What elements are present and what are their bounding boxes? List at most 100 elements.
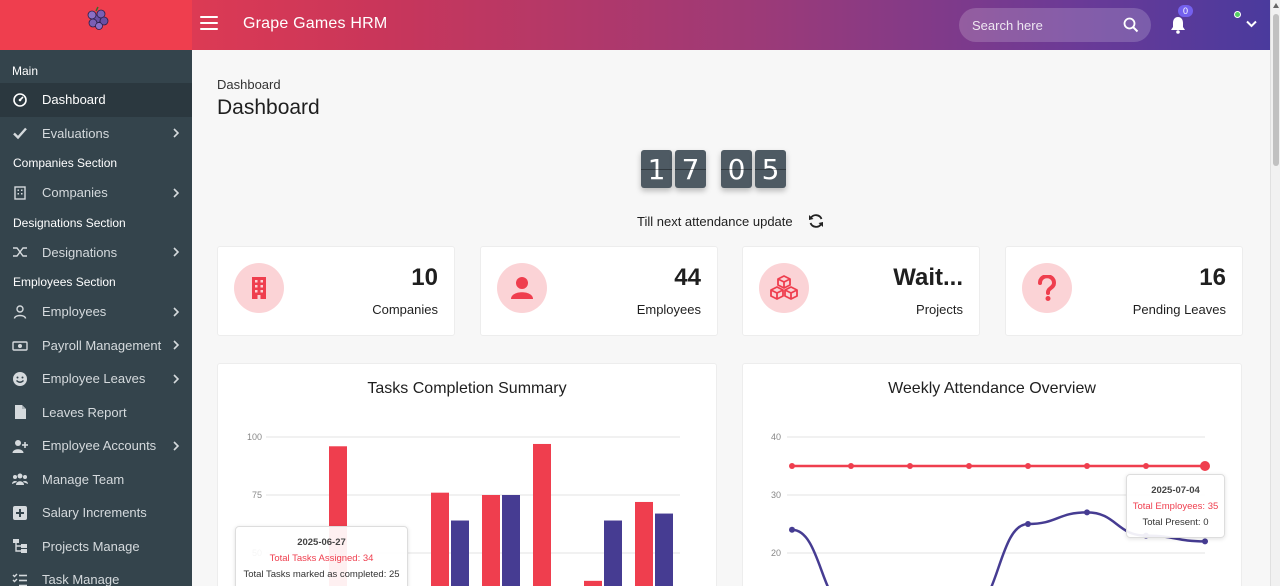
data-point xyxy=(907,463,913,469)
sidebar-item-label: Companies xyxy=(42,185,108,201)
stat-value: 44 xyxy=(674,264,701,291)
bar xyxy=(584,580,602,586)
search-icon[interactable] xyxy=(1123,17,1139,33)
stat-label: Employees xyxy=(636,302,701,317)
tooltip-line: Total Tasks marked as completed: 25 xyxy=(243,569,400,580)
sidebar-item-employee-leaves[interactable]: Employee Leaves xyxy=(0,362,192,396)
bar xyxy=(635,501,653,586)
sidebar-section-designations: Designations Section xyxy=(13,215,126,230)
sidebar-item-employee-accounts[interactable]: Employee Accounts xyxy=(0,429,192,463)
chevron-right-icon xyxy=(173,307,180,317)
clock-digit: 1 xyxy=(641,150,672,188)
chevron-right-icon xyxy=(173,128,180,138)
sidebar-item-designations[interactable]: Designations xyxy=(0,236,192,270)
sidebar-item-task-manage[interactable]: Task Manage xyxy=(0,563,192,586)
bar xyxy=(451,520,469,586)
stat-value: 16 xyxy=(1199,264,1226,291)
bar xyxy=(431,492,449,586)
app-title: Grape Games HRM xyxy=(243,15,388,32)
grapes-logo-icon[interactable] xyxy=(84,6,110,30)
chevron-right-icon xyxy=(173,374,180,384)
stat-card-pending-leaves[interactable]: 16 Pending Leaves xyxy=(1005,246,1243,336)
sidebar-section-companies: Companies Section xyxy=(13,156,118,170)
sidebar-item-leaves-report[interactable]: Leaves Report xyxy=(0,396,192,430)
sidebar-item-label: Projects Manage xyxy=(42,538,140,554)
stat-icon-circle xyxy=(1022,263,1072,313)
data-point xyxy=(1084,463,1090,469)
stat-label: Projects xyxy=(916,302,963,317)
data-point xyxy=(848,463,854,469)
tooltip-line: Total Present: 0 xyxy=(1142,517,1209,528)
sidebar-item-label: Employees xyxy=(42,304,107,320)
sidebar-item-label: Evaluations xyxy=(42,125,110,141)
user-plus-icon xyxy=(12,439,28,453)
stat-icon-circle xyxy=(759,263,809,313)
sidebar-item-salary-increments[interactable]: Salary Increments xyxy=(0,496,192,530)
stat-value: Wait... xyxy=(893,264,963,291)
sidebar-item-payroll-management[interactable]: Payroll Management xyxy=(0,329,192,363)
sidebar-item-label: Dashboard xyxy=(42,92,106,108)
sidebar-item-label: Salary Increments xyxy=(42,505,147,521)
dashboard-icon xyxy=(13,92,27,107)
scroll-up-arrow-icon[interactable] xyxy=(1273,3,1279,8)
refresh-icon[interactable] xyxy=(808,213,824,229)
y-tick-label: 20 xyxy=(771,548,781,558)
tasks-chart-card: Tasks Completion Summary 1007550 2025-06… xyxy=(217,363,717,586)
money-icon xyxy=(12,341,28,351)
sidebar-item-label: Payroll Management xyxy=(42,337,162,353)
chart-tooltip: 2025-07-04 Total Employees: 35 Total Pre… xyxy=(1126,474,1225,538)
data-point xyxy=(1084,509,1090,516)
y-tick-label: 40 xyxy=(771,432,781,442)
sidebar-item-label: Designations xyxy=(42,244,118,260)
tooltip-title: 2025-07-04 xyxy=(1151,485,1200,496)
online-status-dot xyxy=(1234,11,1241,18)
stat-icon-circle xyxy=(234,263,284,313)
data-point xyxy=(1025,463,1031,469)
tooltip-title: 2025-06-27 xyxy=(297,537,346,548)
breadcrumb: Dashboard xyxy=(217,77,281,92)
search-box xyxy=(959,8,1151,42)
search-input[interactable] xyxy=(959,8,1119,42)
smile-icon xyxy=(13,371,27,386)
notification-badge: 0 xyxy=(1178,5,1194,17)
attendance-update-text: Till next attendance update xyxy=(637,214,793,229)
stat-card-companies[interactable]: 10 Companies xyxy=(217,246,455,336)
clock-digit: 7 xyxy=(675,150,706,188)
stat-card-projects[interactable]: Wait... Projects xyxy=(742,246,980,336)
cubes-icon xyxy=(770,275,798,300)
hamburger-menu-icon[interactable] xyxy=(200,16,218,32)
sidebar-item-label: Manage Team xyxy=(42,471,125,487)
clock-digit: 0 xyxy=(721,150,752,188)
top-header: Grape Games HRM 0 xyxy=(0,0,1270,50)
sidebar-item-projects-manage[interactable]: Projects Manage xyxy=(0,530,192,564)
sidebar-item-dashboard[interactable]: Dashboard xyxy=(0,83,192,117)
sidebar-item-evaluations[interactable]: Evaluations xyxy=(0,117,192,151)
stat-label: Companies xyxy=(372,302,438,317)
stat-value: 10 xyxy=(411,264,438,291)
sidebar-section-employees: Employees Section xyxy=(13,275,116,289)
chevron-down-icon[interactable] xyxy=(1246,20,1257,28)
sidebar-item-label: Employee Leaves xyxy=(42,371,146,387)
stat-label: Pending Leaves xyxy=(1132,302,1226,317)
stat-card-employees[interactable]: 44 Employees xyxy=(480,246,718,336)
shuffle-icon xyxy=(13,247,27,257)
bar xyxy=(502,495,520,586)
question-icon xyxy=(1038,275,1057,301)
file-icon xyxy=(15,405,26,420)
users-icon xyxy=(12,473,28,486)
building-icon xyxy=(14,186,26,200)
data-point xyxy=(1143,463,1149,469)
sidebar-item-employees[interactable]: Employees xyxy=(0,295,192,329)
user-icon xyxy=(13,305,27,319)
scroll-thumb[interactable] xyxy=(1273,14,1279,166)
data-point xyxy=(1025,521,1031,527)
sidebar-item-companies[interactable]: Companies xyxy=(0,176,192,210)
sitemap-icon xyxy=(13,539,27,554)
sidebar-item-manage-team[interactable]: Manage Team xyxy=(0,463,192,497)
tasks-icon xyxy=(12,573,27,586)
page-scrollbar[interactable] xyxy=(1270,0,1280,586)
stat-icon-circle xyxy=(497,263,547,313)
bell-icon[interactable] xyxy=(1169,16,1187,34)
y-tick-label: 75 xyxy=(252,490,262,500)
chevron-right-icon xyxy=(173,340,180,350)
